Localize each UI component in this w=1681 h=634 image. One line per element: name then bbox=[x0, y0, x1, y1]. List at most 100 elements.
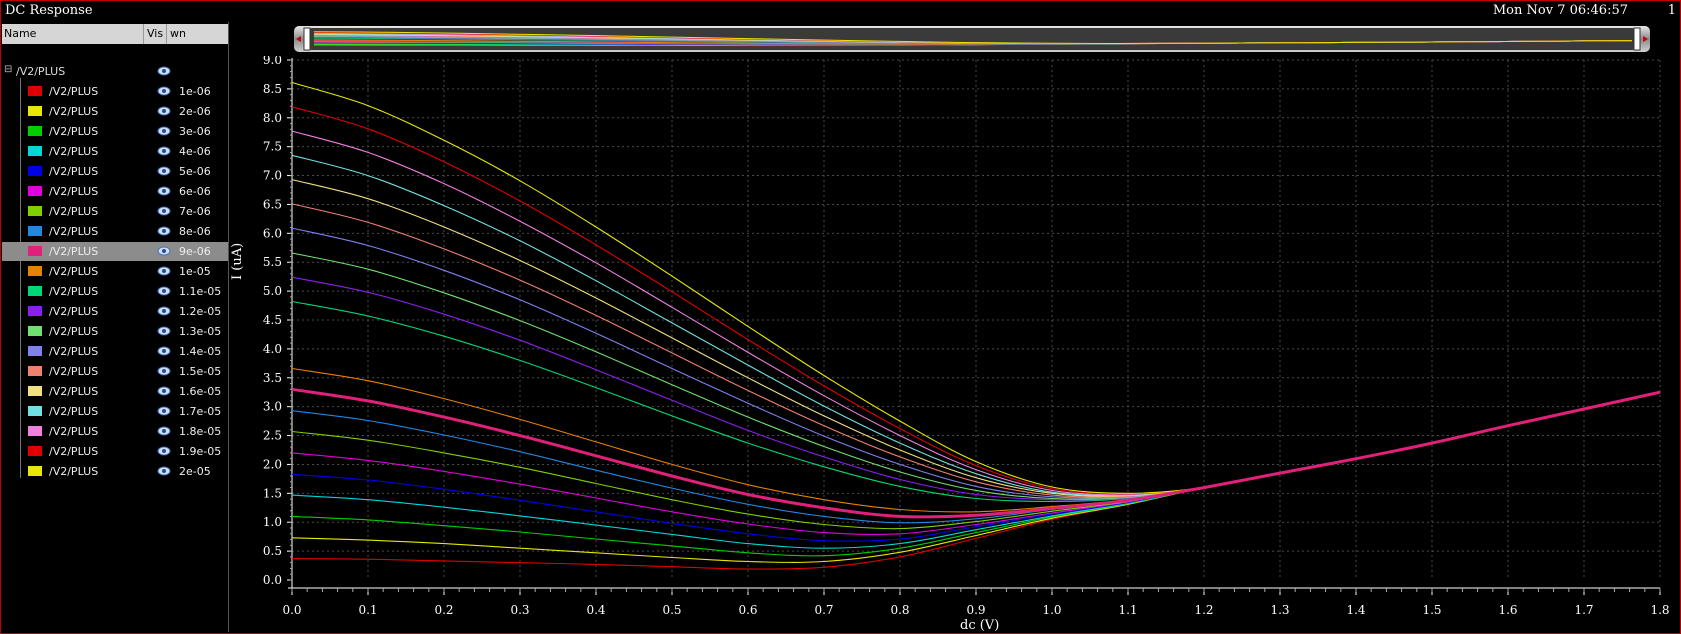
trace-color-swatch[interactable] bbox=[28, 166, 42, 176]
trace-color-swatch[interactable] bbox=[28, 426, 42, 436]
trace-color-swatch[interactable] bbox=[28, 386, 42, 396]
eye-icon[interactable] bbox=[157, 465, 171, 477]
trace-row[interactable]: /V2/PLUS 1.5e-05 bbox=[2, 362, 228, 381]
y-tick-label: 4.0 bbox=[263, 342, 282, 356]
eye-icon[interactable] bbox=[157, 245, 171, 257]
overview-right-handle[interactable] bbox=[1633, 27, 1641, 51]
trace-color-swatch[interactable] bbox=[28, 446, 42, 456]
y-tick-label: 2.0 bbox=[263, 457, 282, 471]
y-tick-label: 3.5 bbox=[263, 371, 282, 385]
trace-row[interactable]: /V2/PLUS 6e-06 bbox=[2, 182, 228, 201]
trace-color-swatch[interactable] bbox=[28, 406, 42, 416]
trace-color-swatch[interactable] bbox=[28, 246, 42, 256]
eye-icon[interactable] bbox=[157, 85, 171, 97]
trace-name: /V2/PLUS bbox=[49, 425, 99, 438]
eye-icon[interactable] bbox=[157, 205, 171, 217]
trace-name: /V2/PLUS bbox=[49, 125, 99, 138]
trace-color-swatch[interactable] bbox=[28, 206, 42, 216]
eye-icon[interactable] bbox=[157, 125, 171, 137]
trace-param-value: 3e-06 bbox=[179, 125, 211, 138]
eye-icon[interactable] bbox=[157, 305, 171, 317]
eye-icon[interactable] bbox=[157, 65, 171, 77]
column-header-vis[interactable]: Vis bbox=[147, 27, 163, 40]
trace-color-swatch[interactable] bbox=[28, 286, 42, 296]
window-title: DC Response bbox=[5, 3, 93, 18]
eye-icon[interactable] bbox=[157, 225, 171, 237]
eye-icon[interactable] bbox=[157, 365, 171, 377]
trace-color-swatch[interactable] bbox=[28, 86, 42, 96]
eye-icon[interactable] bbox=[157, 345, 171, 357]
eye-icon[interactable] bbox=[157, 185, 171, 197]
overview-left-handle[interactable] bbox=[303, 27, 311, 51]
trace-row[interactable]: /V2/PLUS 1.7e-05 bbox=[2, 402, 228, 421]
trace-color-swatch[interactable] bbox=[28, 326, 42, 336]
trace-row[interactable]: /V2/PLUS 1e-05 bbox=[2, 262, 228, 281]
dc-response-plot[interactable]: 0.0 0.5 1.0 1.5 2.0 2.5 3.0 3.5 4.0 4.5 5.0 5.5 6.0 6… bbox=[240, 56, 1680, 634]
trace-row[interactable]: /V2/PLUS 1.3e-05 bbox=[2, 322, 228, 341]
y-tick-label: 6.5 bbox=[263, 197, 282, 211]
eye-icon[interactable] bbox=[157, 445, 171, 457]
trace-name: /V2/PLUS bbox=[49, 105, 99, 118]
trace-color-swatch[interactable] bbox=[28, 366, 42, 376]
trace-color-swatch[interactable] bbox=[28, 186, 42, 196]
column-divider[interactable] bbox=[166, 24, 167, 44]
trace-group[interactable]: ⊟ /V2/PLUS bbox=[2, 62, 228, 80]
series-line-9e-06[interactable] bbox=[291, 387, 1661, 519]
y-tick-label: 4.5 bbox=[263, 313, 282, 327]
trace-row[interactable]: /V2/PLUS 4e-06 bbox=[2, 142, 228, 161]
y-tick-label: 1.5 bbox=[263, 486, 282, 500]
trace-row[interactable]: /V2/PLUS 2e-05 bbox=[2, 462, 228, 481]
collapse-icon[interactable]: ⊟ bbox=[4, 64, 12, 75]
trace-color-swatch[interactable] bbox=[28, 126, 42, 136]
trace-row[interactable]: /V2/PLUS 3e-06 bbox=[2, 122, 228, 141]
trace-row[interactable]: /V2/PLUS 7e-06 bbox=[2, 202, 228, 221]
trace-row[interactable]: /V2/PLUS 8e-06 bbox=[2, 222, 228, 241]
trace-color-swatch[interactable] bbox=[28, 306, 42, 316]
overview-scrollbar[interactable] bbox=[294, 24, 1650, 54]
trace-name: /V2/PLUS bbox=[49, 465, 99, 478]
trace-row[interactable]: /V2/PLUS 9e-06 bbox=[2, 242, 228, 261]
eye-icon[interactable] bbox=[157, 425, 171, 437]
trace-row[interactable]: /V2/PLUS 1.6e-05 bbox=[2, 382, 228, 401]
eye-icon[interactable] bbox=[157, 385, 171, 397]
trace-color-swatch[interactable] bbox=[28, 266, 42, 276]
trace-color-swatch[interactable] bbox=[28, 466, 42, 476]
column-divider[interactable] bbox=[143, 24, 144, 44]
trace-row[interactable]: /V2/PLUS 1e-06 bbox=[2, 82, 228, 101]
eye-icon[interactable] bbox=[157, 265, 171, 277]
column-header-param[interactable]: wn bbox=[170, 27, 186, 40]
trace-name: /V2/PLUS bbox=[49, 285, 99, 298]
eye-icon[interactable] bbox=[157, 325, 171, 337]
overview-strip[interactable] bbox=[294, 24, 1650, 54]
trace-color-swatch[interactable] bbox=[28, 226, 42, 236]
trace-row[interactable]: /V2/PLUS 1.8e-05 bbox=[2, 422, 228, 441]
eye-icon[interactable] bbox=[157, 165, 171, 177]
eye-icon[interactable] bbox=[157, 285, 171, 297]
trace-row[interactable]: /V2/PLUS 1.4e-05 bbox=[2, 342, 228, 361]
trace-param-value: 1.6e-05 bbox=[179, 385, 222, 398]
series-line-1.4e-05[interactable] bbox=[291, 227, 1661, 499]
trace-color-swatch[interactable] bbox=[28, 106, 42, 116]
x-tick-label: 0.1 bbox=[358, 603, 377, 617]
trace-name: /V2/PLUS bbox=[49, 245, 99, 258]
eye-icon[interactable] bbox=[157, 105, 171, 117]
trace-row[interactable]: /V2/PLUS 5e-06 bbox=[2, 162, 228, 181]
eye-icon[interactable] bbox=[157, 145, 171, 157]
x-tick-label: 1.0 bbox=[1042, 603, 1061, 617]
trace-row[interactable]: /V2/PLUS 1.2e-05 bbox=[2, 302, 228, 321]
column-header-name[interactable]: Name bbox=[4, 27, 36, 40]
y-tick-label: 5.5 bbox=[263, 255, 282, 269]
series-line-1.6e-05[interactable] bbox=[291, 179, 1661, 497]
trace-color-swatch[interactable] bbox=[28, 146, 42, 156]
y-tick-label: 7.5 bbox=[263, 140, 282, 154]
trace-param-value: 4e-06 bbox=[179, 145, 211, 158]
trace-row[interactable]: /V2/PLUS 1.1e-05 bbox=[2, 282, 228, 301]
trace-color-swatch[interactable] bbox=[28, 346, 42, 356]
trace-row[interactable]: /V2/PLUS 2e-06 bbox=[2, 102, 228, 121]
x-tick-label: 0.5 bbox=[662, 603, 681, 617]
y-tick-label: 9.0 bbox=[263, 56, 282, 67]
trace-param-value: 9e-06 bbox=[179, 245, 211, 258]
eye-icon[interactable] bbox=[157, 405, 171, 417]
trace-row[interactable]: /V2/PLUS 1.9e-05 bbox=[2, 442, 228, 461]
y-tick-label: 5.0 bbox=[263, 284, 282, 298]
